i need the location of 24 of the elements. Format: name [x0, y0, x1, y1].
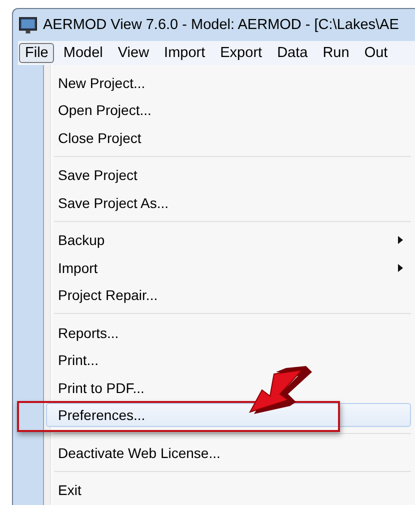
menu-item[interactable]: Save Project As... — [46, 190, 411, 215]
menu-item[interactable]: Deactivate Web License... — [46, 440, 411, 465]
menubar-item[interactable]: Export — [214, 43, 268, 63]
menubar-item[interactable]: File — [19, 43, 54, 63]
menu-item[interactable]: Reports... — [46, 320, 411, 345]
menu-item[interactable]: Print... — [46, 348, 411, 372]
menubar-item[interactable]: Out — [358, 43, 394, 63]
menu-item[interactable]: Backup — [46, 228, 411, 252]
menubar-item[interactable]: Data — [271, 43, 314, 63]
menu-item[interactable]: Preferences... — [46, 403, 411, 428]
menubar-item[interactable]: Run — [316, 43, 356, 63]
monitor-icon — [19, 16, 37, 34]
menu-item[interactable]: New Project... — [46, 70, 411, 95]
menu-item[interactable]: Project Repair... — [46, 283, 411, 308]
menu-item[interactable]: Close Project — [46, 126, 411, 150]
window-title: AERMOD View 7.6.0 - Model: AERMOD - [C:\Lakes\AE — [43, 17, 399, 33]
menu-item[interactable]: Exit — [46, 478, 411, 502]
menu-item[interactable]: Save Project — [46, 163, 411, 188]
menubar-item[interactable]: Model — [57, 43, 109, 63]
menu-item[interactable]: Print to PDF... — [46, 376, 411, 400]
menu-item[interactable]: Import — [46, 256, 411, 280]
menu-item[interactable]: Open Project... — [46, 98, 411, 122]
menubar-item[interactable]: Import — [158, 43, 212, 63]
menubar-item[interactable]: View — [112, 43, 156, 63]
